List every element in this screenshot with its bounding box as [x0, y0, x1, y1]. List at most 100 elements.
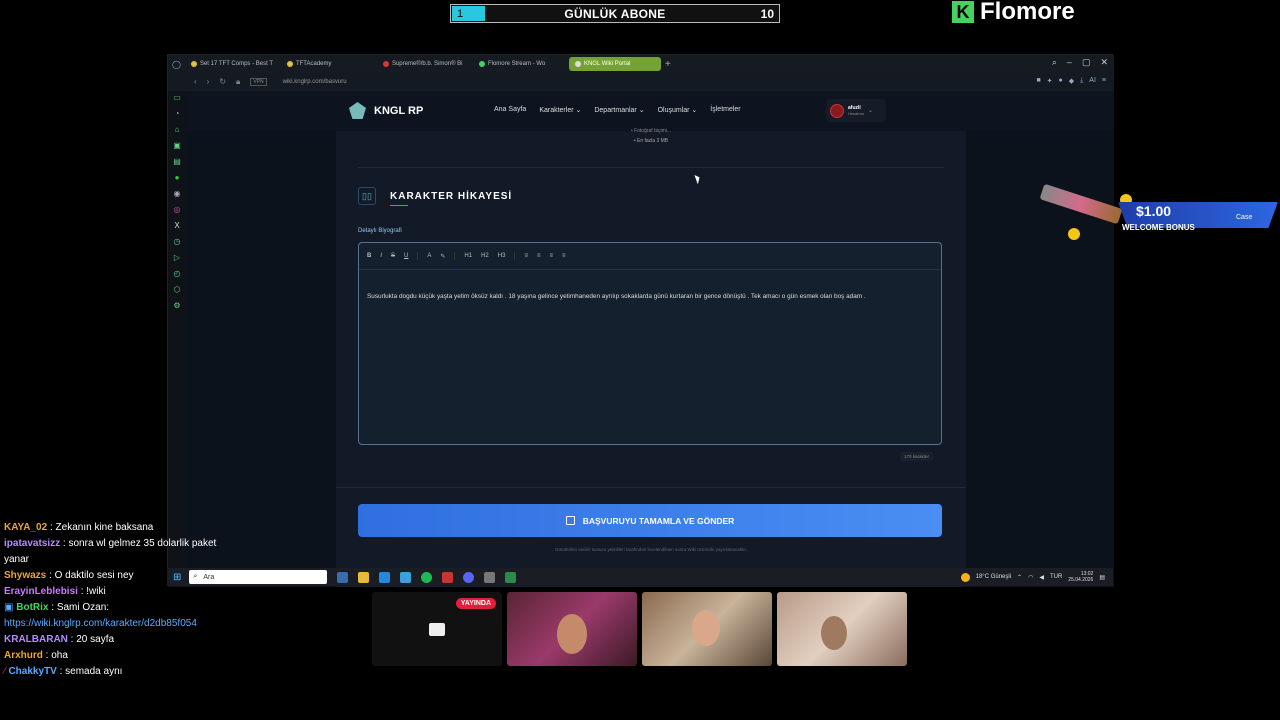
align-justify-button[interactable]: ≡ — [562, 253, 566, 259]
save-icon — [565, 516, 575, 525]
upload-note: • En fazla 3 MB — [633, 138, 669, 144]
maximize-button[interactable]: ▢ — [1082, 57, 1091, 68]
close-button[interactable]: ✕ — [1100, 57, 1108, 68]
extension-icon[interactable]: ✦ — [1047, 77, 1053, 85]
clock[interactable]: 13:02 25.04.2026 — [1068, 571, 1093, 583]
italic-button[interactable]: I — [380, 253, 382, 259]
file-explorer-icon[interactable] — [358, 571, 370, 583]
forward-button[interactable]: › — [207, 77, 210, 87]
download-icon[interactable]: ⤓ — [1080, 77, 1083, 85]
chat-link[interactable]: https://wiki.knglrp.com/karakter/d2db85f… — [4, 618, 197, 629]
tab-bar: ◯ Set 17 TFT Comps - Best T TFTAcademy S… — [168, 55, 1114, 73]
casino-ad[interactable]: $1.00 WELCOME BONUS Case — [1039, 183, 1280, 240]
bold-button[interactable]: B — [367, 253, 371, 259]
tab-tft-comps[interactable]: Set 17 TFT Comps - Best T — [185, 57, 277, 71]
instagram-icon[interactable]: ◎ — [173, 205, 181, 214]
nav-departmanlar[interactable]: Departmanlar ⌄ — [594, 106, 644, 114]
avatar — [830, 103, 844, 118]
extension-icon[interactable]: ■ — [1036, 77, 1040, 85]
divider — [417, 252, 419, 260]
back-button[interactable]: ‹ — [194, 77, 197, 87]
new-tab-button[interactable]: + — [665, 59, 671, 70]
volume-icon[interactable]: ◀ — [1039, 574, 1044, 581]
vpn-badge[interactable]: VPN — [250, 78, 267, 86]
discord-icon[interactable]: ◉ — [173, 189, 181, 198]
reload-button[interactable]: ↻ — [219, 77, 226, 87]
sidebar-icon[interactable]: ▣ — [173, 141, 181, 150]
align-left-button[interactable]: ≡ — [524, 253, 528, 259]
site-menu: Ana Sayfa Karakterler ⌄ Departmanlar ⌄ O… — [494, 106, 741, 114]
notification-icon[interactable]: ▤ — [1099, 574, 1105, 581]
nav-ana-sayfa[interactable]: Ana Sayfa — [494, 106, 526, 114]
underline-button[interactable]: U — [404, 253, 408, 259]
menu-icon[interactable]: ≡ — [1102, 77, 1106, 85]
text-color-button[interactable]: A — [427, 253, 431, 259]
align-right-button[interactable]: ≡ — [549, 253, 553, 259]
settings-icon[interactable]: ⚙ — [173, 301, 181, 310]
h2-button[interactable]: H2 — [481, 253, 489, 259]
browser-menu-icon[interactable]: ◯ — [172, 60, 181, 69]
divider — [336, 487, 966, 488]
site-logo[interactable]: KNGL RP — [349, 102, 423, 119]
whatsapp-icon[interactable]: ● — [173, 173, 181, 182]
strike-button[interactable]: S — [391, 253, 395, 259]
align-center-button[interactable]: ≡ — [537, 253, 541, 259]
highlight-button[interactable]: ✎ — [440, 253, 445, 260]
app-icon[interactable] — [505, 571, 517, 583]
browser-sidebar: ▭ ◔ ⌂ ▣ ▤ ● ◉ ◎ X ◷ ▷ ◴ ⬡ ⚙ — [168, 91, 186, 587]
wifi-icon[interactable]: ◠ — [1028, 574, 1033, 581]
spotify-icon[interactable] — [421, 571, 433, 583]
chat-message: ErayinLeblebisi : !wiki — [4, 586, 106, 597]
sidebar-icon[interactable]: ◔ — [173, 109, 181, 118]
monitor-icon — [429, 622, 445, 636]
tray-arrow-icon[interactable]: ⌃ — [1017, 574, 1022, 581]
ai-icon[interactable]: AI — [1089, 77, 1096, 85]
h1-button[interactable]: H1 — [464, 253, 472, 259]
footnote: Gönderilen veriler sunucu yetkilileri ta… — [554, 547, 748, 552]
sidebar-icon[interactable]: ▤ — [173, 157, 181, 166]
tab-supreme[interactable]: Supreme®/b.b. Simon® Bi — [377, 57, 469, 71]
sidebar-icon[interactable]: ◷ — [173, 237, 181, 246]
tab-tftacademy[interactable]: TFTAcademy — [281, 57, 373, 71]
minimize-button[interactable]: – — [1067, 57, 1072, 68]
discord-icon[interactable] — [463, 571, 475, 583]
chat-message: KAYA_02 : Zekanın kine baksana — [4, 522, 154, 533]
sidebar-icon[interactable]: ⬡ — [173, 285, 181, 294]
tab-flomore[interactable]: Flomore Stream - Wo — [473, 57, 565, 71]
biography-label: Detaylı Biyografi — [358, 228, 402, 234]
submit-button[interactable]: BAŞVURUYU TAMAMLA VE GÖNDER — [358, 504, 942, 537]
sidebar-icon[interactable]: ▭ — [173, 93, 181, 102]
tab-kngl-wiki[interactable]: KNGL Wiki Portal — [568, 57, 661, 71]
extension-icon[interactable]: ◆ — [1069, 77, 1074, 85]
brand-name: Flomore — [980, 0, 1075, 25]
chat-message: ipatavatsizz : sonra wl gelmez 35 dolarl… — [4, 538, 217, 565]
opera-icon[interactable] — [442, 571, 454, 583]
url-field[interactable]: wiki.knglrp.com/basvuru — [283, 79, 347, 85]
task-view-icon[interactable] — [337, 571, 349, 583]
nav-karakterler[interactable]: Karakterler ⌄ — [539, 106, 581, 114]
biography-editor[interactable]: B I S U A ✎ H1 H2 H3 ≡ ≡ ≡ ≡ Susurlukta … — [358, 242, 942, 445]
chevron-down-icon: ⌄ — [868, 108, 874, 114]
sidebar-icon[interactable]: ⌂ — [173, 125, 181, 134]
edge-icon[interactable] — [379, 571, 391, 583]
nav-isletmeler[interactable]: İşletmeler — [710, 106, 740, 114]
weather[interactable]: 18°C Güneşli — [976, 574, 1011, 580]
biography-text[interactable]: Susurlukta dogdu küçük yaşta yetim öksüz… — [367, 290, 927, 304]
nav-olusumlar[interactable]: Oluşumlar ⌄ — [658, 106, 698, 114]
ad-brand: Case — [1236, 214, 1253, 221]
store-icon[interactable] — [400, 571, 412, 583]
sidebar-icon[interactable]: ◴ — [173, 269, 181, 278]
search-icon[interactable]: ⌕ — [1052, 57, 1057, 68]
user-menu[interactable]: afuzli Hesabım ⌄ — [826, 99, 886, 122]
extension-icon[interactable]: ● — [1059, 77, 1063, 85]
stream-chat: KAYA_02 : Zekanın kine baksana ipatavats… — [4, 520, 234, 680]
sidebar-icon[interactable]: ▷ — [173, 253, 181, 262]
lang[interactable]: TUR — [1050, 574, 1062, 580]
live-badge: YAYINDA — [455, 598, 496, 609]
app-icon[interactable] — [484, 571, 496, 583]
h3-button[interactable]: H3 — [498, 253, 506, 259]
chat-message: KRALBARAN : 20 sayfa — [4, 634, 115, 645]
x-icon[interactable]: X — [173, 221, 181, 230]
coin-icon — [1068, 228, 1080, 240]
site-navbar: KNGL RP Ana Sayfa Karakterler ⌄ Departma… — [186, 91, 1114, 131]
